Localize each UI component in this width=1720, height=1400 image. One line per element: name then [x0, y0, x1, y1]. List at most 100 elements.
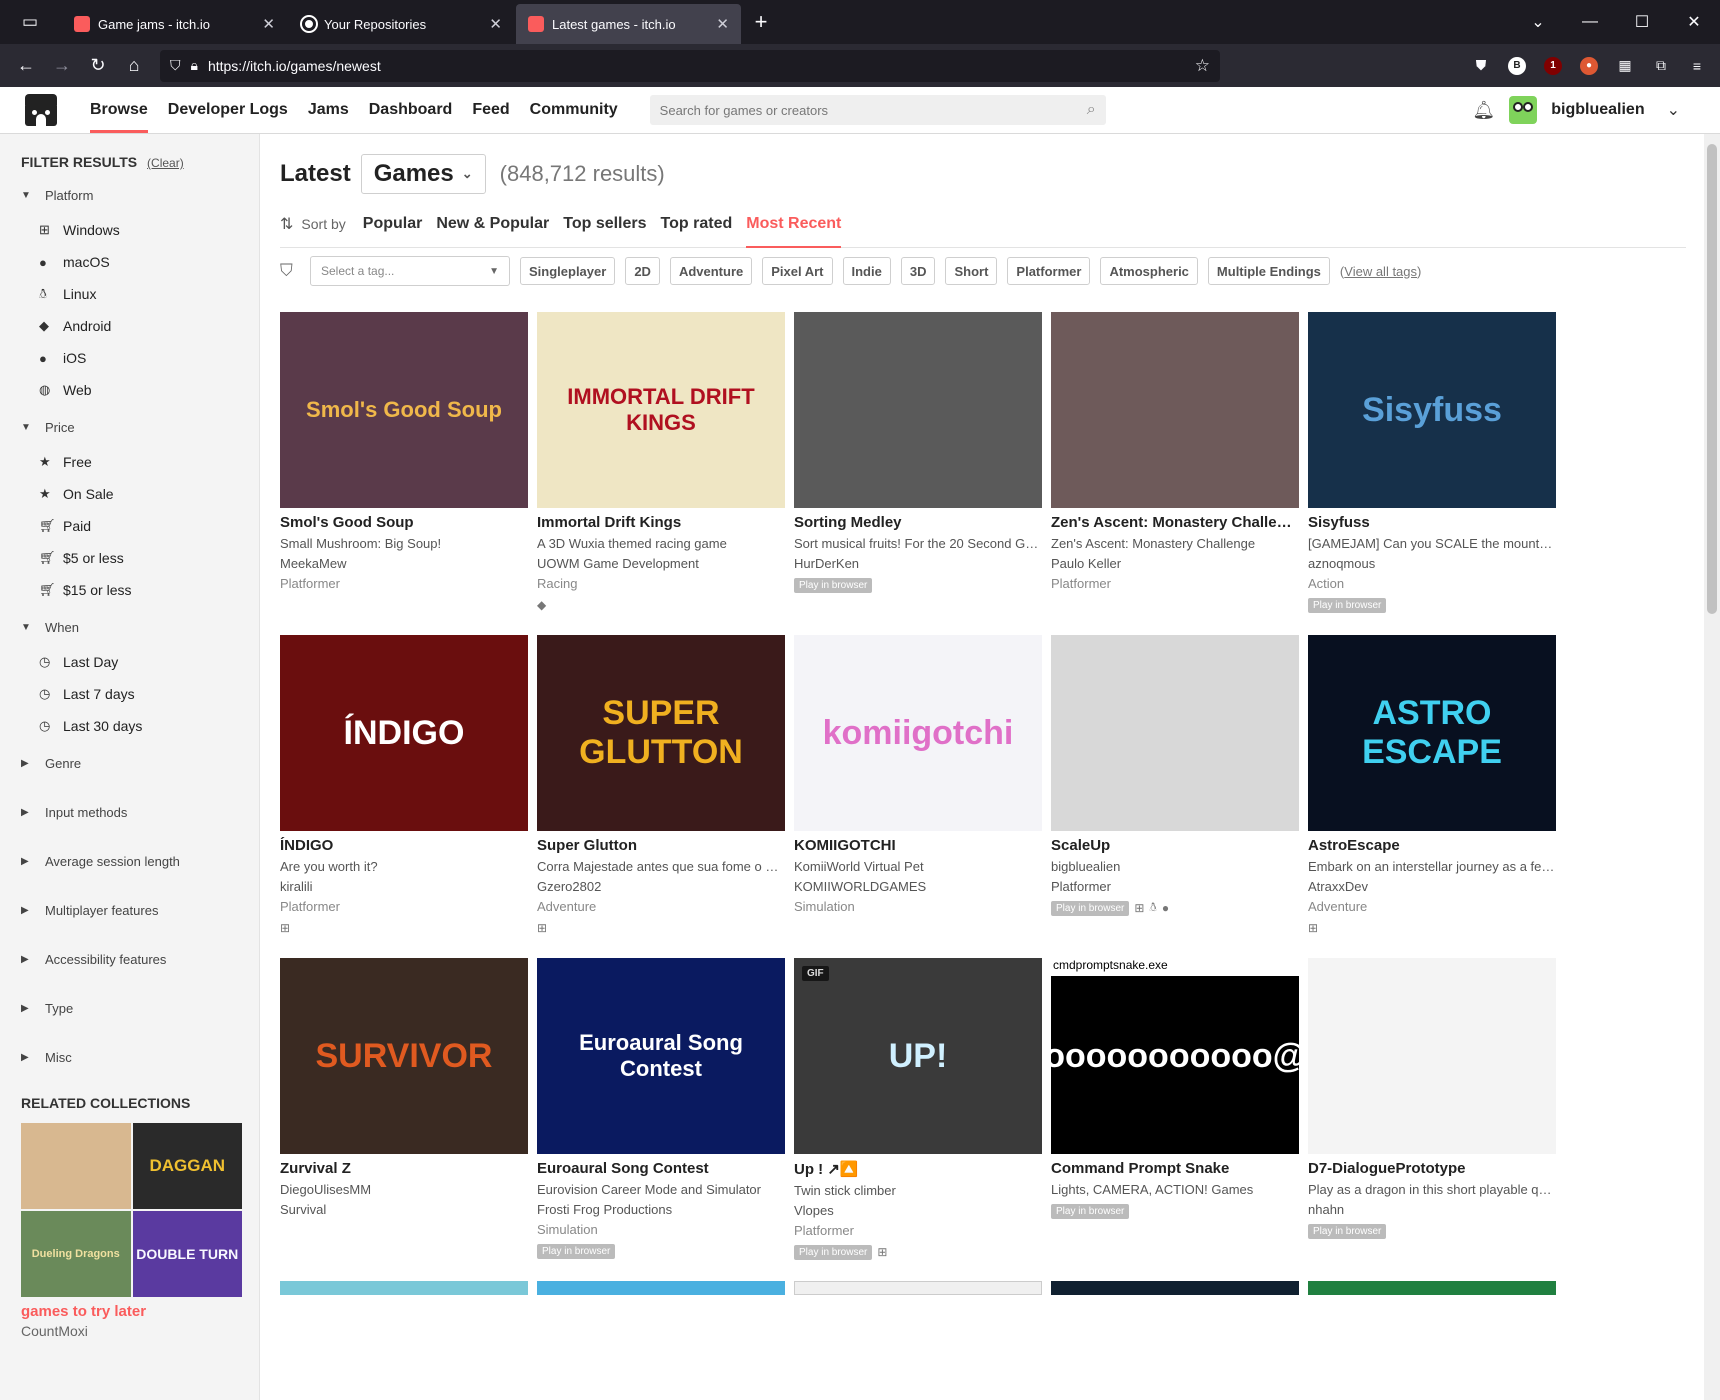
game-thumbnail[interactable]: SUPER GLUTTON: [537, 635, 785, 831]
sort-top-sellers[interactable]: Top sellers: [556, 200, 653, 247]
tag-chip[interactable]: Atmospheric: [1100, 257, 1198, 285]
game-author[interactable]: Vlopes: [794, 1203, 1042, 1218]
tag-chip[interactable]: 2D: [625, 257, 660, 285]
filter-group-collapsed[interactable]: ▶ Input methods: [21, 801, 259, 823]
game-card[interactable]: ScaleUp bigbluealien Platformer Play in bro…: [1051, 635, 1299, 958]
tag-select[interactable]: Select a tag... ▼: [310, 256, 510, 286]
bell-icon[interactable]: 🔔︎: [1472, 100, 1495, 121]
category-select[interactable]: Games ⌄: [360, 154, 486, 194]
nav-jams[interactable]: Jams: [298, 87, 359, 133]
collection-thumbnail[interactable]: DAGGAN Dueling Dragons DOUBLE TURN: [21, 1123, 242, 1297]
game-title[interactable]: Zen's Ascent: Monastery Challenge: [1051, 514, 1299, 531]
browser-tab-2[interactable]: Latest games - itch.io ✕: [516, 4, 741, 44]
game-thumbnail[interactable]: ooooooooooo@ cmdpromptsnake.exe: [1051, 958, 1299, 1154]
game-author[interactable]: Frosti Frog Productions: [537, 1202, 785, 1217]
game-card[interactable]: Zen's Ascent: Monastery Challenge Zen's A…: [1051, 312, 1299, 635]
itch-logo[interactable]: [22, 92, 60, 128]
game-title[interactable]: Euroaural Song Contest: [537, 1160, 785, 1177]
filter-item[interactable]: 🛒︎ Paid: [21, 510, 259, 542]
filter-group-collapsed[interactable]: ▶ Genre: [21, 752, 259, 774]
tag-chip[interactable]: Multiple Endings: [1207, 257, 1330, 285]
game-author[interactable]: kiralili: [280, 879, 528, 894]
maximize-icon[interactable]: ☐: [1616, 0, 1668, 44]
game-title[interactable]: ScaleUp: [1051, 837, 1299, 854]
game-card[interactable]: SURVIVOR Zurvival Z DiegoUlisesMM Survival: [280, 958, 528, 1281]
filter-group-collapsed[interactable]: ▶ Type: [21, 997, 259, 1019]
game-author[interactable]: Platformer: [1051, 879, 1299, 894]
home-icon[interactable]: ⌂: [116, 50, 152, 82]
back-icon[interactable]: ←: [8, 50, 44, 82]
game-card[interactable]: SUPER GLUTTON Super Glutton Corra Majestad…: [537, 635, 785, 958]
filter-group-collapsed[interactable]: ▶ Multiplayer features: [21, 899, 259, 921]
game-thumbnail[interactable]: Euroaural Song Contest: [537, 958, 785, 1154]
game-card[interactable]: IMMORTAL DRIFT KINGS Immortal Drift Kings…: [537, 312, 785, 635]
forward-icon[interactable]: →: [44, 50, 80, 82]
game-card[interactable]: Smol's Good Soup Smol's Good Soup Small Mu…: [280, 312, 528, 635]
game-card[interactable]: Sorting Medley Sort musical fruits! For t…: [794, 312, 1042, 635]
minimize-icon[interactable]: —: [1564, 0, 1616, 44]
username[interactable]: bigbluealien: [1551, 101, 1644, 119]
nav-feed[interactable]: Feed: [462, 87, 519, 133]
game-title[interactable]: Zurvival Z: [280, 1160, 528, 1177]
game-author[interactable]: KOMIIWORLDGAMES: [794, 879, 1042, 894]
tag-chip[interactable]: Platformer: [1007, 257, 1091, 285]
game-card[interactable]: ÍNDIGO ÍNDIGO Are you worth it? kiralili Pla…: [280, 635, 528, 958]
game-thumbnail[interactable]: [1051, 635, 1299, 831]
chevron-down-icon[interactable]: ⌄: [1512, 0, 1564, 44]
avatar[interactable]: [1509, 96, 1538, 124]
nav-dashboard[interactable]: Dashboard: [359, 87, 463, 133]
game-thumbnail[interactable]: UP! GIF: [794, 958, 1042, 1154]
filter-item[interactable]: 🐧︎ Linux: [21, 278, 259, 310]
filter-item[interactable]: ◷ Last 30 days: [21, 710, 259, 742]
filter-group-header[interactable]: ▼ Price: [21, 416, 259, 438]
ublock-icon[interactable]: 1: [1538, 51, 1568, 81]
duckduckgo-icon[interactable]: ●: [1574, 51, 1604, 81]
game-thumbnail[interactable]: [1308, 958, 1556, 1154]
bookmark-star-icon[interactable]: ☆: [1195, 56, 1210, 76]
game-thumbnail[interactable]: ÍNDIGO: [280, 635, 528, 831]
game-card[interactable]: Sisyfuss Sisyfuss [GAMEJAM] Can you SCALE …: [1308, 312, 1556, 635]
tag-chip[interactable]: Singleplayer: [520, 257, 616, 285]
game-title[interactable]: AstroEscape: [1308, 837, 1556, 854]
game-author[interactable]: aznoqmous: [1308, 556, 1556, 571]
tag-chip[interactable]: Pixel Art: [762, 257, 833, 285]
collection-name[interactable]: games to try later: [21, 1303, 259, 1320]
game-author[interactable]: nhahn: [1308, 1202, 1556, 1217]
game-author[interactable]: Survival: [280, 1202, 528, 1217]
sort-top-rated[interactable]: Top rated: [654, 200, 740, 247]
chevron-down-icon[interactable]: ⌄: [1667, 100, 1680, 120]
filter-item[interactable]: ⊞ Windows: [21, 214, 259, 246]
game-card[interactable]: Euroaural Song Contest Euroaural Song Con…: [537, 958, 785, 1281]
filter-item[interactable]: ★ On Sale: [21, 478, 259, 510]
game-title[interactable]: Immortal Drift Kings: [537, 514, 785, 531]
extension-icon[interactable]: ▦: [1610, 51, 1640, 81]
game-title[interactable]: Up ! ↗🔼: [794, 1160, 1042, 1178]
game-card[interactable]: ASTRO ESCAPE AstroEscape Embark on an inte…: [1308, 635, 1556, 958]
search-input[interactable]: Search for games or creators ⌕: [649, 95, 1106, 125]
filter-item[interactable]: 🛒︎ $15 or less: [21, 574, 259, 606]
filter-item[interactable]: 🛒︎ $5 or less: [21, 542, 259, 574]
filter-item[interactable]: ● macOS: [21, 246, 259, 278]
browser-tab-1[interactable]: Your Repositories ✕: [289, 4, 514, 44]
close-icon[interactable]: ✕: [716, 15, 729, 33]
game-thumbnail[interactable]: komiigotchi: [794, 635, 1042, 831]
browser-tab-0[interactable]: Game jams - itch.io ✕: [62, 4, 287, 44]
tag-chip[interactable]: Short: [945, 257, 998, 285]
game-title[interactable]: Sisyfuss: [1308, 514, 1556, 531]
game-thumbnail[interactable]: Sisyfuss: [1308, 312, 1556, 508]
filter-group-header[interactable]: ▼ When: [21, 616, 259, 638]
filter-item[interactable]: ★ Free: [21, 446, 259, 478]
game-author[interactable]: UOWM Game Development: [537, 556, 785, 571]
menu-icon[interactable]: ≡: [1682, 51, 1712, 81]
game-title[interactable]: Super Glutton: [537, 837, 785, 854]
game-card[interactable]: D7-DialoguePrototype Play as a dragon in …: [1308, 958, 1556, 1281]
clear-filters-link[interactable]: (Clear): [147, 156, 184, 170]
sort-most-recent[interactable]: Most Recent: [739, 200, 848, 248]
tag-chip[interactable]: 3D: [900, 257, 936, 285]
filter-group-collapsed[interactable]: ▶ Misc: [21, 1046, 259, 1068]
close-window-icon[interactable]: ✕: [1668, 0, 1720, 44]
nav-developer-logs[interactable]: Developer Logs: [158, 87, 298, 133]
game-thumbnail[interactable]: ASTRO ESCAPE: [1308, 635, 1556, 831]
game-author[interactable]: Gzero2802: [537, 879, 785, 894]
tag-chip[interactable]: Adventure: [669, 257, 753, 285]
